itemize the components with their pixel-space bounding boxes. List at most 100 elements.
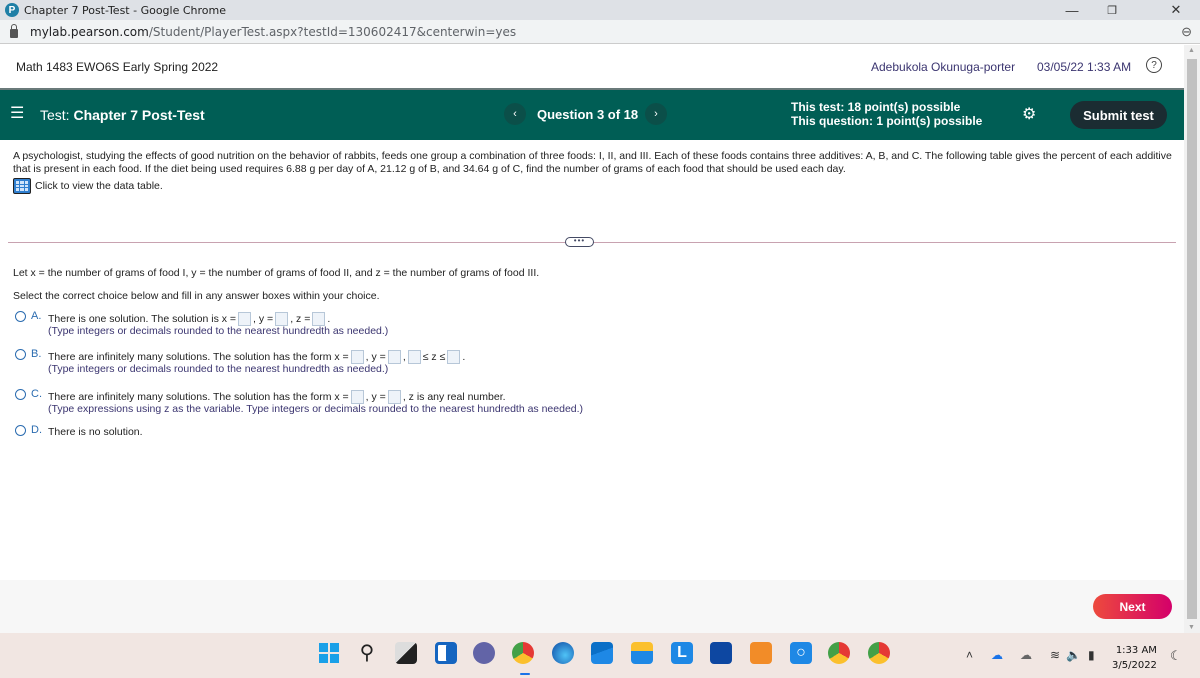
next-button[interactable]: Next bbox=[1093, 594, 1172, 619]
choice-a-radio[interactable] bbox=[15, 311, 26, 322]
task-view-icon[interactable] bbox=[395, 642, 417, 664]
choice-letter: B. bbox=[31, 348, 42, 360]
choice-letter: C. bbox=[31, 388, 42, 400]
answer-box-x[interactable] bbox=[238, 312, 252, 326]
test-name: Chapter 7 Post-Test bbox=[73, 107, 205, 123]
orange-app-icon[interactable] bbox=[750, 642, 772, 664]
question-counter[interactable]: Question 3 of 18 bbox=[537, 107, 638, 122]
test-header-bar: ☰ Test: Chapter 7 Post-Test ‹ Question 3… bbox=[0, 88, 1184, 140]
window-title: Chapter 7 Post-Test - Google Chrome bbox=[24, 3, 227, 17]
minimize-button[interactable]: — bbox=[1052, 0, 1092, 20]
choice-hint: (Type integers or decimals rounded to th… bbox=[48, 363, 389, 375]
onedrive-personal-icon[interactable]: ☁ bbox=[1020, 648, 1032, 662]
choice-c-radio[interactable] bbox=[15, 389, 26, 400]
browser-title-bar: P Chapter 7 Post-Test - Google Chrome bbox=[0, 0, 1200, 20]
url-host: mylab.pearson.com bbox=[30, 24, 149, 39]
choice-text: . bbox=[462, 351, 466, 363]
answer-box-y[interactable] bbox=[387, 390, 401, 404]
choice-letter: A. bbox=[31, 310, 42, 322]
choice-text: . bbox=[327, 313, 331, 325]
choice-hint: (Type expressions using z as the variabl… bbox=[48, 403, 584, 415]
chrome-profile-a-icon[interactable] bbox=[828, 642, 850, 664]
choice-text: There are infinitely many solutions. The… bbox=[48, 351, 349, 363]
clock-time: 1:33 AM bbox=[1115, 645, 1157, 656]
next-question-button[interactable]: › bbox=[645, 103, 667, 125]
choice-text: , z = bbox=[290, 313, 311, 325]
active-indicator bbox=[520, 673, 530, 675]
chrome-profile-b-icon[interactable] bbox=[868, 642, 890, 664]
lumen-app-icon[interactable]: L bbox=[671, 642, 693, 664]
instructions: Select the correct choice below and fill… bbox=[13, 290, 380, 302]
address-bar[interactable]: mylab.pearson.com/Student/PlayerTest.asp… bbox=[0, 20, 1200, 44]
settings-gear-icon[interactable]: ⚙ bbox=[1022, 104, 1036, 124]
volume-icon[interactable]: 🔈 bbox=[1066, 648, 1081, 662]
answer-box-x[interactable] bbox=[350, 350, 364, 364]
choice-text: , z is any real number. bbox=[402, 391, 506, 403]
question-points: This question: 1 point(s) possible bbox=[791, 114, 983, 128]
scroll-up-arrow-icon[interactable]: ▲ bbox=[1188, 47, 1195, 54]
start-icon[interactable] bbox=[318, 642, 340, 664]
choice-text: , y = bbox=[365, 351, 386, 363]
data-table-link[interactable]: Click to view the data table. bbox=[13, 178, 163, 194]
chrome-icon[interactable] bbox=[512, 642, 534, 664]
menu-icon[interactable]: ☰ bbox=[10, 103, 24, 123]
system-clock[interactable]: 1:33 AM 3/5/2022 bbox=[1112, 643, 1157, 673]
variable-definition: Let x = the number of grams of food I, y… bbox=[13, 267, 540, 279]
user-name: Adebukola Okunuga-porter bbox=[871, 60, 1016, 74]
answer-box-y[interactable] bbox=[387, 350, 401, 364]
clock-date: 3/5/2022 bbox=[1112, 660, 1157, 671]
table-icon[interactable] bbox=[13, 178, 31, 194]
onedrive-icon[interactable]: ☁ bbox=[991, 648, 1003, 662]
data-table-link-text[interactable]: Click to view the data table. bbox=[35, 180, 163, 192]
pearson-logo-icon: P bbox=[5, 3, 19, 17]
footer-area bbox=[0, 580, 1184, 633]
answer-box-x[interactable] bbox=[350, 390, 364, 404]
test-points: This test: 18 point(s) possible bbox=[791, 100, 961, 114]
lock-icon bbox=[10, 23, 18, 38]
choice-letter: D. bbox=[31, 424, 42, 436]
choice-b-radio[interactable] bbox=[15, 349, 26, 360]
url-text[interactable]: mylab.pearson.com/Student/PlayerTest.asp… bbox=[30, 25, 516, 39]
choice-text: There is one solution. The solution is x… bbox=[48, 313, 237, 325]
wifi-icon[interactable]: ≋ bbox=[1050, 648, 1060, 662]
file-explorer-icon[interactable] bbox=[631, 642, 653, 664]
choice-text: , y = bbox=[253, 313, 274, 325]
windows-taskbar: ⚲ L ○ ˄ ☁ ☁ ≋ 🔈 ▮ 1:33 AM 3/5/2022 ☾ bbox=[0, 633, 1200, 678]
previous-question-button[interactable]: ‹ bbox=[504, 103, 526, 125]
answer-box-z-upper[interactable] bbox=[447, 350, 461, 364]
test-prefix: Test: bbox=[40, 107, 70, 123]
restore-button[interactable]: ❐ bbox=[1092, 0, 1132, 20]
battery-icon[interactable]: ▮ bbox=[1088, 648, 1095, 662]
focus-assist-moon-icon[interactable]: ☾ bbox=[1170, 648, 1182, 664]
answer-box-z[interactable] bbox=[312, 312, 326, 326]
close-button[interactable]: ✕ bbox=[1156, 0, 1196, 20]
points-info: This test: 18 point(s) possible This que… bbox=[791, 100, 982, 128]
show-hidden-icons-chevron-icon[interactable]: ˄ bbox=[966, 648, 973, 662]
zoom-out-icon[interactable]: ⊖ bbox=[1181, 24, 1192, 40]
course-name: Math 1483 EWO6S Early Spring 2022 bbox=[16, 60, 219, 74]
cortana-icon[interactable]: ○ bbox=[790, 642, 812, 664]
choice-text: ≤ z ≤ bbox=[422, 351, 446, 363]
choice-text: , bbox=[402, 351, 406, 363]
choice-text: There is no solution. bbox=[48, 426, 143, 438]
header-datetime: 03/05/22 1:33 AM bbox=[1037, 60, 1132, 74]
store-icon[interactable] bbox=[710, 642, 732, 664]
edge-icon[interactable] bbox=[552, 642, 574, 664]
answer-box-z-lower[interactable] bbox=[407, 350, 421, 364]
submit-test-button[interactable]: Submit test bbox=[1070, 101, 1167, 129]
scrollbar-thumb[interactable] bbox=[1187, 59, 1197, 619]
search-icon[interactable]: ⚲ bbox=[356, 642, 378, 664]
vertical-scrollbar[interactable]: ▲ ▼ bbox=[1184, 45, 1200, 633]
answer-box-y[interactable] bbox=[275, 312, 289, 326]
choice-text: , y = bbox=[365, 391, 386, 403]
choice-hint: (Type integers or decimals rounded to th… bbox=[48, 325, 389, 337]
expand-more-button[interactable]: ••• bbox=[565, 237, 594, 247]
teams-chat-icon[interactable] bbox=[473, 642, 495, 664]
test-title: Test: Chapter 7 Post-Test bbox=[40, 107, 205, 123]
widgets-icon[interactable] bbox=[435, 642, 457, 664]
mail-icon[interactable] bbox=[591, 642, 613, 664]
choice-d-radio[interactable] bbox=[15, 425, 26, 436]
url-path: /Student/PlayerTest.aspx?testId=13060241… bbox=[148, 24, 517, 39]
help-icon[interactable]: ? bbox=[1146, 57, 1162, 73]
scroll-down-arrow-icon[interactable]: ▼ bbox=[1188, 624, 1195, 631]
